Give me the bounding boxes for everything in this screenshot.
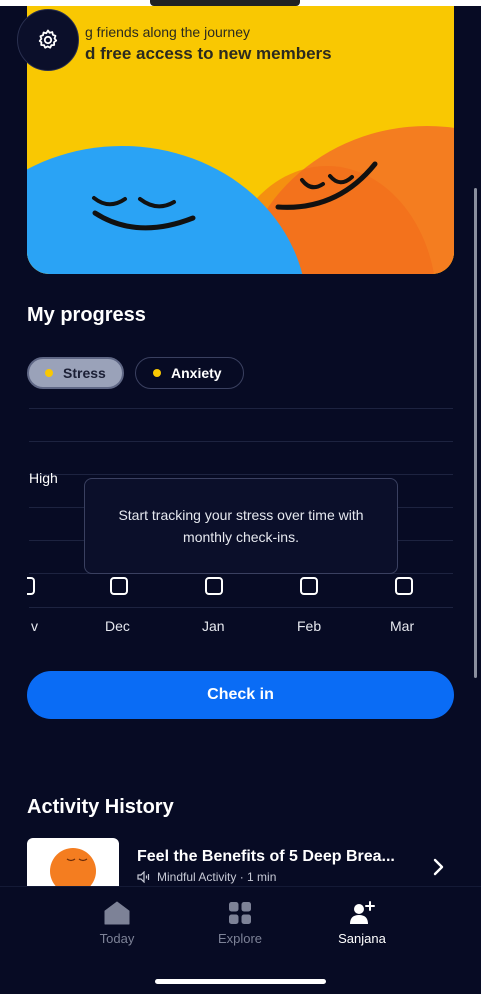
month-label: Jan <box>202 618 225 634</box>
activity-item-meta: Mindful Activity · 1 min <box>137 870 276 884</box>
progress-title: My progress <box>27 304 146 326</box>
checkin-checkbox-mar[interactable] <box>395 577 413 595</box>
home-icon <box>104 901 130 925</box>
tab-label: Today <box>99 931 135 946</box>
chip-stress[interactable]: Stress <box>27 357 124 389</box>
month-label: v <box>31 618 38 634</box>
tooltip-text: Start tracking your stress over time wit… <box>118 507 364 545</box>
chart-grid-line <box>29 408 453 409</box>
tab-label: Explore <box>217 931 263 946</box>
checkin-checkbox-nov[interactable] <box>27 577 35 595</box>
activity-item[interactable]: Feel the Benefits of 5 Deep Brea... Mind… <box>27 838 457 888</box>
month-label: Mar <box>390 618 415 634</box>
month-label: Feb <box>297 618 322 634</box>
chip-dot <box>153 369 161 377</box>
activity-title: Activity History <box>27 796 174 818</box>
chip-label: Stress <box>63 365 106 381</box>
promo-banner[interactable]: g friends along the journey d free acces… <box>27 6 454 274</box>
checkin-checkbox-dec[interactable] <box>110 577 128 595</box>
activity-item-title: Feel the Benefits of 5 Deep Brea... <box>137 848 395 865</box>
thumbnail-face-features <box>66 858 88 862</box>
chip-anxiety[interactable]: Anxiety <box>135 357 244 389</box>
tab-label: Sanjana <box>338 931 386 946</box>
grid-icon <box>229 902 251 924</box>
activity-thumbnail <box>27 838 119 888</box>
month-label: Dec <box>105 618 130 634</box>
profile-add-icon <box>350 901 375 924</box>
chip-label: Anxiety <box>171 365 222 381</box>
tab-sanjana[interactable]: Sanjana <box>317 901 407 946</box>
chart-grid-line <box>29 441 453 442</box>
screen: g friends along the journey d free acces… <box>0 0 481 994</box>
empty-state-tooltip: Start tracking your stress over time wit… <box>84 478 398 574</box>
tab-today[interactable]: Today <box>72 901 162 946</box>
home-indicator[interactable] <box>155 979 326 984</box>
checkin-checkbox-feb[interactable] <box>300 577 318 595</box>
chart-grid-line <box>29 607 453 608</box>
banner-subtitle: g friends along the journey <box>85 24 250 40</box>
chart-grid-line <box>29 474 453 475</box>
tab-bar: Today Explore Sanjana <box>0 886 481 994</box>
banner-title: d free access to new members <box>85 44 332 63</box>
settings-button[interactable] <box>17 9 79 71</box>
check-in-button[interactable]: Check in <box>27 671 454 719</box>
tab-explore[interactable]: Explore <box>195 901 285 946</box>
gear-icon <box>38 29 58 49</box>
scrollbar[interactable] <box>474 188 477 678</box>
audio-icon <box>137 871 150 883</box>
activity-item-meta-text: Mindful Activity · 1 min <box>157 870 277 884</box>
chart-high-label: High <box>29 470 58 486</box>
chip-dot <box>45 369 53 377</box>
chevron-right-icon[interactable] <box>433 858 445 876</box>
checkin-checkbox-jan[interactable] <box>205 577 223 595</box>
